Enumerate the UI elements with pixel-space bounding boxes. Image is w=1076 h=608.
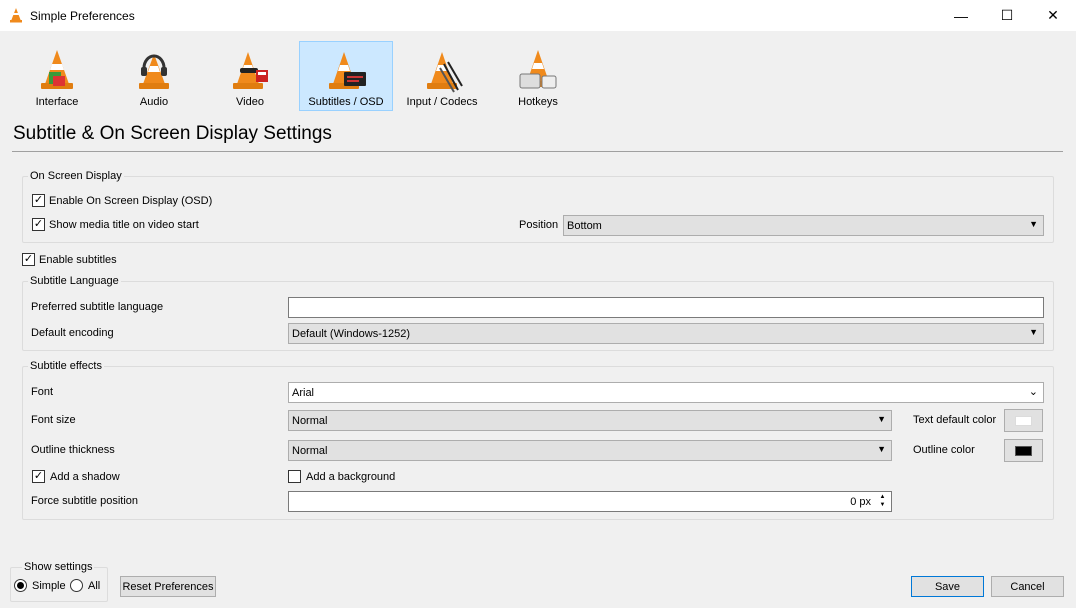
position-dropdown[interactable]: Bottom ▼: [563, 215, 1044, 236]
close-button[interactable]: ✕: [1030, 0, 1076, 31]
enable-osd-label: Enable On Screen Display (OSD): [49, 195, 213, 207]
outline-color-swatch: [1015, 445, 1032, 456]
title-divider: [12, 151, 1063, 152]
audio-cone-icon: [139, 54, 169, 89]
font-dropdown[interactable]: Arial ⌄: [288, 382, 1044, 403]
force-position-spinbox[interactable]: 0 px: [288, 491, 892, 512]
spin-up-icon[interactable]: ▲: [876, 493, 889, 501]
position-label: Position: [519, 219, 559, 231]
chevron-down-icon: ▼: [1029, 327, 1038, 337]
all-radio[interactable]: [70, 579, 83, 592]
cancel-button[interactable]: Cancel: [991, 576, 1064, 597]
maximize-button[interactable]: ☐: [984, 0, 1030, 31]
chevron-down-icon: ▼: [1029, 219, 1038, 229]
interface-cone-icon: [41, 50, 73, 89]
font-value: Arial: [292, 386, 315, 399]
outline-color-button[interactable]: [1004, 439, 1043, 462]
chevron-down-icon: ⌄: [1028, 386, 1038, 398]
text-color-button[interactable]: [1004, 409, 1043, 432]
subtitles-cone-icon: [329, 52, 366, 89]
category-interface[interactable]: Interface: [10, 41, 104, 111]
save-button[interactable]: Save: [911, 576, 984, 597]
vlc-cone-icon: [10, 8, 22, 23]
minimize-button[interactable]: —: [938, 0, 984, 31]
font-size-label: Font size: [31, 414, 76, 426]
preferred-language-input[interactable]: [288, 297, 1044, 318]
reset-preferences-button[interactable]: Reset Preferences: [120, 576, 216, 597]
add-background-label: Add a background: [306, 471, 396, 483]
spin-down-icon[interactable]: ▼: [876, 501, 889, 509]
force-position-label: Force subtitle position: [31, 495, 138, 507]
category-label: Interface: [35, 96, 79, 108]
subtitle-effects-group-label: Subtitle effects: [28, 360, 104, 372]
add-shadow-label: Add a shadow: [50, 471, 120, 483]
outline-color-label: Outline color: [913, 444, 975, 456]
enable-osd-checkbox[interactable]: ✓: [32, 194, 45, 207]
subtitle-language-group-label: Subtitle Language: [28, 275, 121, 287]
preferred-language-label: Preferred subtitle language: [31, 301, 164, 313]
page-title: Subtitle & On Screen Display Settings: [13, 123, 332, 144]
encoding-dropdown[interactable]: Default (Windows-1252) ▼: [288, 323, 1044, 344]
category-label: Video: [236, 96, 264, 108]
show-settings-label: Show settings: [22, 561, 95, 573]
chevron-down-icon: ▼: [877, 444, 886, 454]
title-bar: [0, 0, 1076, 31]
simple-radio-label: Simple: [32, 580, 66, 592]
category-audio[interactable]: Audio: [107, 41, 201, 111]
encoding-value: Default (Windows-1252): [292, 327, 410, 340]
simple-radio[interactable]: [14, 579, 27, 592]
category-label: Input / Codecs: [406, 96, 478, 108]
show-title-checkbox[interactable]: ✓: [32, 218, 45, 231]
add-shadow-checkbox[interactable]: ✓: [32, 470, 45, 483]
radio-dot: [17, 582, 24, 589]
font-label: Font: [31, 386, 54, 398]
chevron-down-icon: ▼: [877, 414, 886, 424]
force-position-value: 0 px: [850, 495, 871, 508]
text-color-swatch: [1015, 415, 1032, 426]
category-video[interactable]: Video: [203, 41, 297, 111]
category-subtitles-osd[interactable]: Subtitles / OSD: [299, 41, 393, 111]
font-size-dropdown[interactable]: Normal ▼: [288, 410, 892, 431]
outline-thickness-dropdown[interactable]: Normal ▼: [288, 440, 892, 461]
category-hotkeys[interactable]: Hotkeys: [491, 41, 585, 111]
category-label: Subtitles / OSD: [308, 96, 384, 108]
font-size-value: Normal: [292, 414, 328, 427]
category-label: Hotkeys: [518, 96, 558, 108]
input-codecs-cone-icon: [427, 52, 463, 93]
video-cone-icon: [233, 52, 268, 89]
window-title: Simple Preferences: [30, 9, 135, 23]
outline-thickness-label: Outline thickness: [31, 444, 115, 456]
default-encoding-label: Default encoding: [31, 327, 114, 339]
enable-subtitles-label: Enable subtitles: [39, 254, 117, 266]
outline-thickness-value: Normal: [292, 444, 328, 457]
text-color-label: Text default color: [913, 414, 997, 426]
enable-subtitles-checkbox[interactable]: ✓: [22, 253, 35, 266]
show-title-label: Show media title on video start: [49, 219, 199, 231]
spinbox-arrows[interactable]: ▲ ▼: [876, 493, 889, 510]
category-label: Audio: [139, 96, 169, 108]
all-radio-label: All: [88, 580, 101, 592]
position-value: Bottom: [567, 219, 602, 232]
osd-group-label: On Screen Display: [28, 170, 124, 182]
add-background-checkbox[interactable]: [288, 470, 301, 483]
hotkeys-cone-icon: [519, 50, 557, 89]
category-input-codecs[interactable]: Input / Codecs: [395, 41, 489, 111]
